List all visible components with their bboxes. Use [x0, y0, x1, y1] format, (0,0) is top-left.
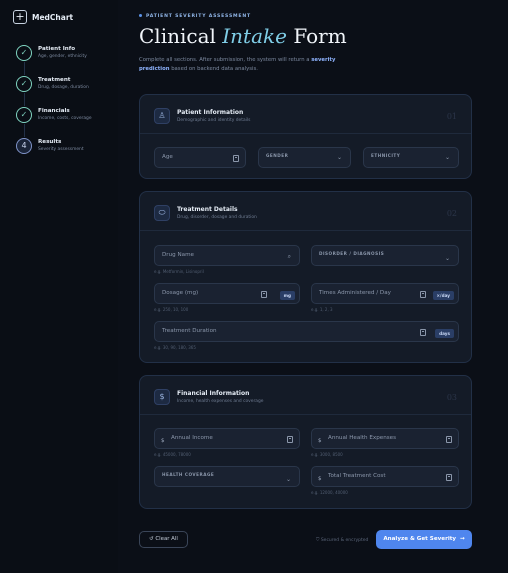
- duration-input[interactable]: Treatment Duration days: [154, 321, 459, 342]
- divider: [140, 414, 471, 415]
- brand-name: MedChart: [32, 12, 74, 22]
- unit-badge: mg: [279, 291, 295, 300]
- card-title: Financial Information: [177, 390, 250, 397]
- step-sub: Severity assessment: [38, 147, 84, 152]
- dosage-input[interactable]: Dosage (mg) mg: [154, 283, 300, 304]
- step-financials[interactable]: ✓ Financials Income, costs, coverage: [16, 107, 92, 123]
- expenses-hint: e.g. 3000, 8500: [311, 452, 343, 457]
- ethnicity-select[interactable]: ETHNICITY ⌄: [363, 147, 459, 168]
- gender-select[interactable]: GENDER ⌄: [258, 147, 351, 168]
- divider: [140, 230, 471, 231]
- step-sub: Drug, dosage, duration: [38, 85, 89, 90]
- calculator-icon: [420, 291, 426, 298]
- user-icon: ♙: [154, 108, 170, 124]
- step-title: Results: [38, 139, 62, 145]
- eyebrow: PATIENT SEVERITY ASSESSMENT: [139, 14, 251, 19]
- financial-card: $ Financial Information Income, health e…: [139, 375, 472, 509]
- annual-income-input[interactable]: $ Annual Income: [154, 428, 300, 449]
- calculator-icon: [287, 436, 293, 443]
- card-title: Treatment Details: [177, 206, 238, 213]
- step-results[interactable]: 4 Results Severity assessment: [16, 138, 84, 154]
- reset-icon: ↺: [149, 536, 154, 542]
- pill-icon: ⬭: [154, 205, 170, 221]
- chevron-down-icon: ⌄: [444, 255, 450, 262]
- check-icon: ✓: [16, 76, 32, 92]
- card-subtitle: Income, health expenses and coverage: [177, 399, 264, 404]
- total-cost-input[interactable]: $ Total Treatment Cost: [311, 466, 459, 487]
- calculator-icon: [420, 329, 426, 336]
- dollar-sign: $: [318, 438, 322, 444]
- chevron-down-icon: ⌄: [444, 154, 450, 161]
- shield-icon: ⛉: [316, 538, 320, 543]
- times-hint: e.g. 1, 2, 3: [311, 307, 333, 312]
- chevron-down-icon: ⌄: [336, 154, 342, 161]
- dosage-hint: e.g. 250, 10, 100: [154, 307, 189, 312]
- unit-badge: ×/day: [432, 291, 454, 300]
- income-hint: e.g. 45000, 78000: [154, 452, 191, 457]
- step-sub: Income, costs, coverage: [38, 116, 92, 121]
- plus-icon: +: [13, 10, 27, 24]
- calculator-icon: [446, 436, 452, 443]
- age-input[interactable]: Age: [154, 147, 246, 168]
- security-note: ⛉ Secured & encrypted: [316, 538, 369, 543]
- step-title: Financials: [38, 108, 70, 114]
- page-title: Clinical Intake Form: [139, 24, 347, 48]
- chevron-down-icon: ⌄: [285, 476, 291, 483]
- drug-name-input[interactable]: Drug Name ⌕: [154, 245, 300, 266]
- step-connector: [23, 93, 25, 106]
- step-connector: [23, 62, 25, 75]
- sidebar: + MedChart ✓ Patient Info Age, gender, e…: [0, 0, 118, 573]
- divider: [140, 133, 471, 134]
- section-number: 01: [446, 112, 457, 121]
- drug-hint: e.g. Metformin, Lisinopril: [154, 269, 204, 274]
- patient-card: ♙ Patient Information Demographic and id…: [139, 94, 472, 179]
- duration-hint: e.g. 30, 90, 180, 365: [154, 345, 196, 350]
- section-number: 02: [446, 209, 457, 218]
- dollar-sign: $: [318, 476, 322, 482]
- step-title: Treatment: [38, 77, 71, 83]
- calculator-icon: [233, 155, 239, 162]
- step-connector: [23, 124, 25, 137]
- card-title: Patient Information: [177, 109, 244, 116]
- step-patient-info[interactable]: ✓ Patient Info Age, gender, ethnicity: [16, 45, 87, 61]
- analyze-button[interactable]: Analyze & Get Severity →: [376, 530, 472, 549]
- clear-all-button[interactable]: ↺ Clear All: [139, 531, 188, 548]
- check-icon: ✓: [16, 107, 32, 123]
- total-hint: e.g. 12000, 40000: [311, 490, 348, 495]
- dollar-sign: $: [161, 438, 165, 444]
- arrow-right-icon: →: [458, 536, 465, 542]
- card-subtitle: Demographic and identity details: [177, 118, 251, 123]
- step-treatment[interactable]: ✓ Treatment Drug, dosage, duration: [16, 76, 89, 92]
- calculator-icon: [446, 474, 452, 481]
- health-coverage-select[interactable]: HEALTH COVERAGE ⌄: [154, 466, 300, 487]
- search-icon: ⌕: [287, 253, 291, 260]
- dollar-icon: $: [154, 389, 170, 405]
- step-number-icon: 4: [16, 138, 32, 154]
- times-per-day-input[interactable]: Times Administered / Day ×/day: [311, 283, 459, 304]
- check-icon: ✓: [16, 45, 32, 61]
- dot-icon: [139, 14, 142, 17]
- brand[interactable]: + MedChart: [13, 10, 73, 24]
- treatment-card: ⬭ Treatment Details Drug, disorder, dosa…: [139, 191, 472, 363]
- step-sub: Age, gender, ethnicity: [38, 54, 87, 59]
- disorder-select[interactable]: DISORDER / DIAGNOSIS ⌄: [311, 245, 459, 266]
- section-number: 03: [446, 393, 457, 402]
- intro-text: Complete all sections. After submission,…: [139, 57, 336, 72]
- card-subtitle: Drug, disorder, dosage and duration: [177, 215, 257, 220]
- step-title: Patient Info: [38, 46, 76, 52]
- calculator-icon: [261, 291, 267, 298]
- health-expenses-input[interactable]: $ Annual Health Expenses: [311, 428, 459, 449]
- unit-badge: days: [435, 329, 454, 338]
